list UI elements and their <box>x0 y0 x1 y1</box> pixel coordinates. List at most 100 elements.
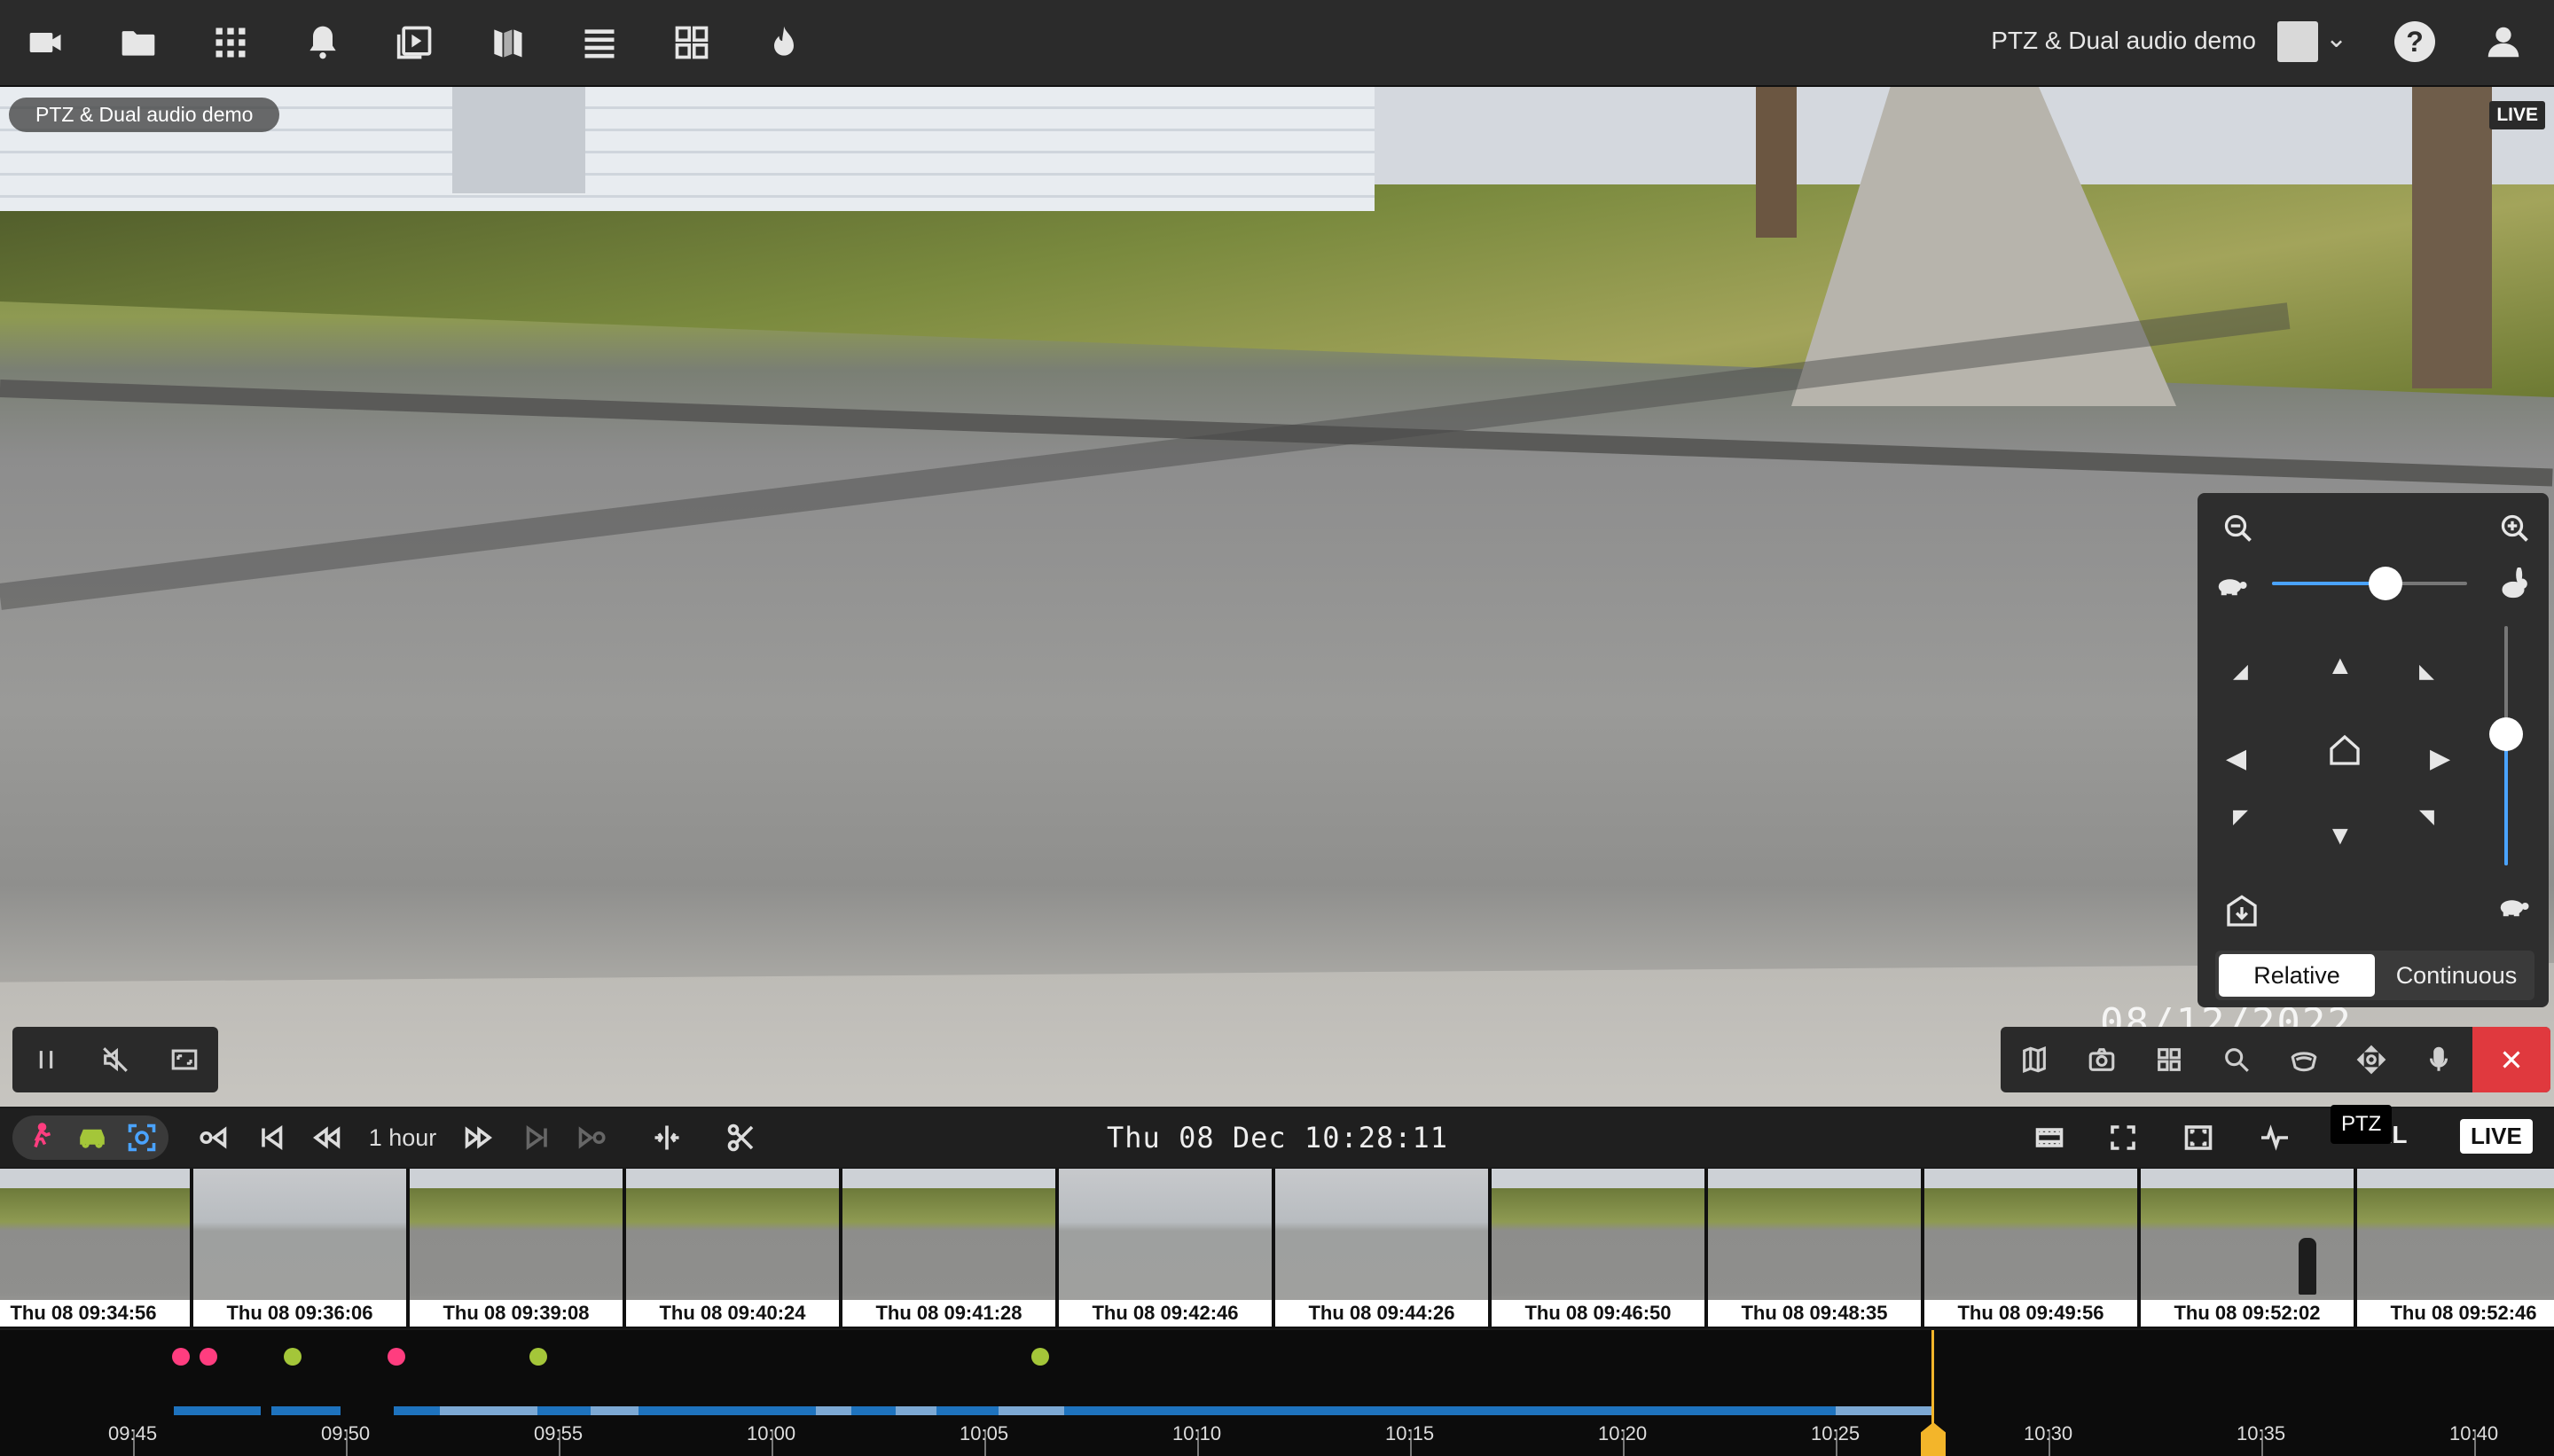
ptz-speed-slider[interactable] <box>2272 567 2467 600</box>
timeline-label: 10:30 <box>2024 1422 2073 1444</box>
recording-segment <box>394 1406 440 1415</box>
pan-down-right-arrow[interactable]: ◥ <box>2419 805 2434 828</box>
help-button[interactable]: ? <box>2394 21 2435 62</box>
motion-filter-icon[interactable] <box>124 1115 160 1160</box>
filmstrip-icon[interactable] <box>2025 1115 2073 1160</box>
person-event-marker[interactable] <box>200 1348 217 1366</box>
mute-icon[interactable] <box>82 1027 149 1092</box>
pan-right-arrow[interactable]: ▶ <box>2430 743 2450 774</box>
vehicle-event-marker[interactable] <box>1031 1348 1049 1366</box>
folder-icon[interactable] <box>115 21 161 64</box>
flame-icon[interactable] <box>761 21 807 64</box>
search-icon[interactable] <box>2203 1027 2270 1092</box>
person-event-marker[interactable] <box>388 1348 405 1366</box>
timeline-label: 10:10 <box>1172 1422 1222 1444</box>
recording-segment <box>999 1406 1064 1415</box>
thumbnail-time: Thu 08 09:39:08 <box>410 1300 623 1327</box>
timeline[interactable]: 09:45 09:50 09:55 10:00 10:05 10:10 10:1… <box>0 1330 2554 1456</box>
fast-forward-icon[interactable] <box>459 1115 498 1160</box>
video-toolbar-right <box>2001 1027 2550 1092</box>
thumbnail[interactable]: Thu 08 09:40:24 <box>626 1169 842 1327</box>
microphone-icon[interactable] <box>2405 1027 2472 1092</box>
close-icon[interactable] <box>2472 1027 2550 1092</box>
site-color-swatch[interactable] <box>2277 21 2318 62</box>
zoom-out-icon[interactable] <box>2222 513 2254 552</box>
dewarp-icon[interactable] <box>2270 1027 2338 1092</box>
thumbnail[interactable]: Thu 08 09:41:28 <box>842 1169 1059 1327</box>
person-event-marker[interactable] <box>172 1348 190 1366</box>
previous-event-icon[interactable] <box>252 1115 291 1160</box>
fit-screen-icon[interactable] <box>2174 1115 2222 1160</box>
thumbnail[interactable]: Thu 08 09:44:26 <box>1275 1169 1492 1327</box>
thumbnail[interactable]: Thu 08 09:48:35 <box>1708 1169 1924 1327</box>
thumbnail[interactable]: Thu 08 09:42:46 <box>1059 1169 1275 1327</box>
dashboard-icon[interactable] <box>669 21 715 64</box>
thumbnail[interactable]: Thu 08 09:49:56 <box>1924 1169 2141 1327</box>
person-filter-icon[interactable] <box>23 1115 59 1160</box>
playback-icon[interactable] <box>392 21 438 64</box>
pan-down-left-arrow[interactable]: ◤ <box>2233 805 2248 828</box>
home-icon[interactable] <box>2327 732 2362 776</box>
fullscreen-icon[interactable] <box>2102 1115 2144 1160</box>
pan-up-left-arrow[interactable]: ◢ <box>2233 660 2248 683</box>
site-name[interactable]: PTZ & Dual audio demo <box>1991 27 2256 55</box>
ptz-control-panel: ◢ ▲ ◣ ◀ ▶ ◤ ▼ ◥ Relative Continuous <box>2198 493 2549 1007</box>
go-live-button[interactable]: LIVE <box>2460 1119 2533 1154</box>
vehicle-filter-icon[interactable] <box>74 1115 110 1160</box>
pause-icon[interactable] <box>12 1027 80 1092</box>
thumbnail[interactable]: Thu 08 09:52:02 <box>2141 1169 2357 1327</box>
grid-layout-icon[interactable] <box>2135 1027 2203 1092</box>
split-timeline-icon[interactable] <box>647 1115 686 1160</box>
camera-icon[interactable] <box>23 21 69 64</box>
vehicle-event-marker[interactable] <box>529 1348 547 1366</box>
waveform-icon[interactable] <box>2252 1115 2297 1160</box>
ptz-zoom-fill <box>2504 733 2508 865</box>
next-event-icon[interactable] <box>518 1115 557 1160</box>
timeline-label: 10:05 <box>960 1422 1009 1444</box>
thumbnail[interactable]: Thu 08 09:52:46 <box>2357 1169 2554 1327</box>
zoom-in-icon[interactable] <box>2499 513 2531 552</box>
playhead-handle[interactable] <box>1921 1422 1946 1456</box>
thumbnail-person <box>2299 1238 2316 1295</box>
list-icon[interactable] <box>576 21 623 64</box>
thumbnail-time: Thu 08 09:48:35 <box>1708 1300 1921 1327</box>
ptz-speed-knob[interactable] <box>2368 567 2402 600</box>
timeline-label: 09:55 <box>534 1422 584 1444</box>
clip-scissors-icon[interactable] <box>722 1115 761 1160</box>
recording-segment <box>271 1406 341 1415</box>
map-icon[interactable] <box>484 21 530 64</box>
ptz-zoom-slider[interactable] <box>2489 626 2523 865</box>
thumbnail[interactable]: Thu 08 09:46:50 <box>1492 1169 1708 1327</box>
go-to-start-icon[interactable] <box>193 1115 232 1160</box>
playback-clock: Thu 08 Dec 10:28:11 <box>1107 1121 1449 1155</box>
live-video-view[interactable] <box>0 87 2554 1107</box>
pan-left-arrow[interactable]: ◀ <box>2226 743 2246 774</box>
thumbnail-strip: Thu 08 09:34:56 Thu 08 09:36:06 Thu 08 0… <box>0 1169 2554 1328</box>
pan-up-right-arrow[interactable]: ◣ <box>2419 660 2434 683</box>
snapshot-icon[interactable] <box>2068 1027 2135 1092</box>
bell-icon[interactable] <box>300 21 346 64</box>
user-icon[interactable] <box>2483 21 2524 62</box>
apps-grid-icon[interactable] <box>208 21 254 64</box>
map-icon[interactable] <box>2001 1027 2068 1092</box>
thumbnail[interactable]: Thu 08 09:39:08 <box>410 1169 626 1327</box>
interval-selector[interactable]: 1 hour <box>365 1115 440 1160</box>
mode-continuous-button[interactable]: Continuous <box>2378 951 2534 1000</box>
thumbnail-time: Thu 08 09:46:50 <box>1492 1300 1704 1327</box>
aspect-ratio-icon[interactable] <box>151 1027 218 1092</box>
rewind-icon[interactable] <box>307 1115 346 1160</box>
ptz-icon[interactable] <box>2338 1027 2405 1092</box>
recording-segment <box>896 1406 936 1415</box>
thumbnail[interactable]: Thu 08 09:36:06 <box>193 1169 410 1327</box>
ptz-preset-icon[interactable] <box>2224 894 2260 937</box>
ptz-zoom-knob[interactable] <box>2489 716 2523 751</box>
pan-down-arrow[interactable]: ▼ <box>2327 821 2354 851</box>
pan-up-arrow[interactable]: ▲ <box>2327 651 2354 681</box>
top-navigation-bar: PTZ & Dual audio demo ⌄ ? <box>0 0 2554 87</box>
mode-relative-button[interactable]: Relative <box>2219 954 2375 997</box>
recording-segment <box>816 1406 851 1415</box>
vehicle-event-marker[interactable] <box>284 1348 302 1366</box>
go-to-end-icon[interactable] <box>573 1115 612 1160</box>
thumbnail[interactable]: Thu 08 09:34:56 <box>0 1169 193 1327</box>
chevron-down-icon[interactable]: ⌄ <box>2325 23 2347 54</box>
